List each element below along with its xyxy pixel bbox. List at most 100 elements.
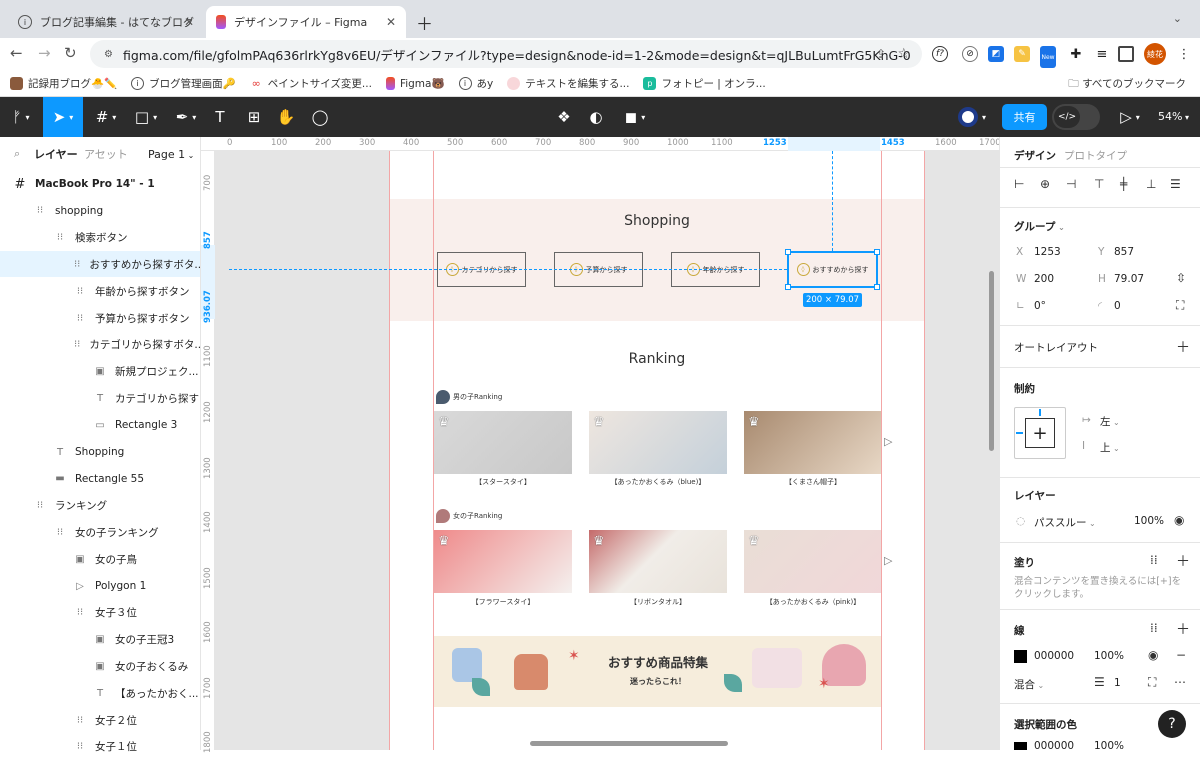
layer-row[interactable]: ▷ Polygon 1 [0, 573, 200, 599]
girls-rank-1-card[interactable]: ♛ [434, 530, 572, 593]
vertical-constraint-dropdown[interactable]: 上 ⌄ [1100, 440, 1120, 455]
layer-row[interactable]: ⁝⁝ 女の子ランキング [0, 519, 200, 545]
stroke-color-swatch[interactable] [1014, 650, 1027, 663]
selection-color-opacity[interactable]: 100% [1094, 740, 1124, 750]
resize-handle[interactable] [785, 249, 791, 255]
profile-avatar[interactable]: 綾花 [1144, 43, 1166, 65]
girls-rank-3-card[interactable]: ♛ [744, 530, 882, 593]
reading-list-icon[interactable]: ≡ [1094, 46, 1110, 62]
add-fill-icon[interactable]: ＋ [1176, 551, 1190, 571]
layer-row[interactable]: ⁝⁝ 女子１位 [0, 734, 200, 760]
side-panel-icon[interactable] [1118, 46, 1134, 62]
layer-row[interactable]: ▣ 女の子おくるみ [0, 653, 200, 679]
formula-extension-icon[interactable]: f? [932, 46, 948, 62]
horizontal-constraint-dropdown[interactable]: 左 ⌄ [1100, 414, 1120, 429]
frame-tool-button[interactable]: # ▾ [86, 97, 126, 137]
bookmark-item[interactable]: テキストを編集する... [507, 76, 629, 91]
stroke-settings-icon[interactable]: ⛶ [1148, 675, 1156, 690]
tab-hatena[interactable]: i ブログ記事編集 - はてなブログ ✕ [8, 6, 204, 38]
align-middle-v-icon[interactable]: ╪ [1120, 177, 1127, 191]
selection-color-field[interactable]: 000000 [1034, 740, 1074, 750]
close-tab-icon[interactable]: ✕ [386, 15, 396, 29]
mask-button[interactable]: ◐ [582, 97, 610, 137]
layer-row[interactable]: ⁝⁝ shopping [0, 198, 200, 224]
bookmark-item[interactable]: 記録用ブログ🐣✏️ [10, 76, 117, 91]
layer-row[interactable]: ⁝⁝ 年齢から探すボタン [0, 278, 200, 304]
next-arrow-icon[interactable]: ▷ [884, 435, 892, 448]
product-label[interactable]: 【リボンタオル】 [589, 597, 727, 607]
radius-field[interactable]: 0 [1114, 300, 1121, 312]
more-options-icon[interactable]: ⋯ [1174, 675, 1186, 689]
product-label[interactable]: 【あったかおくるみ（blue)】 [589, 477, 727, 487]
layer-row[interactable]: # MacBook Pro 14" - 1 [0, 171, 200, 197]
tab-prototype[interactable]: プロトタイプ [1064, 148, 1127, 163]
add-auto-layout-icon[interactable]: ＋ [1176, 337, 1190, 357]
stroke-weight-field[interactable]: 1 [1114, 677, 1121, 689]
text-tool-button[interactable]: T [206, 97, 234, 137]
align-right-icon[interactable]: ⊣ [1066, 177, 1076, 191]
layer-row[interactable]: ⁝⁝ ランキング [0, 493, 200, 519]
selection-box[interactable] [785, 249, 880, 290]
boys-ranking-label[interactable]: 男の子Ranking [436, 390, 502, 404]
design-canvas[interactable]: Shopping ◊ カテゴリから探す ◊ 予算から探す ◊ 年齢から探す ◊ おすすめ… [215, 151, 999, 750]
bookmark-star-icon[interactable]: ☆ [897, 46, 910, 62]
address-bar[interactable]: ⚙ figma.com/file/gfolmPAq636rlrkYg8v6EU/… [90, 40, 922, 68]
layer-row[interactable]: T 【あったかおく... [0, 680, 200, 706]
recommend-banner[interactable]: ✶ おすすめ商品特集 迷ったらこれ！ ✶ [434, 636, 882, 707]
remove-stroke-icon[interactable]: − [1176, 648, 1186, 662]
constraint-widget[interactable]: + [1014, 407, 1066, 459]
pen-tool-button[interactable]: ✒ ▾ [166, 97, 206, 137]
bookmark-item[interactable]: i ブログ管理画面🔑 [131, 76, 236, 91]
boolean-button[interactable]: ◼ ▾ [618, 97, 652, 137]
resize-handle[interactable] [785, 284, 791, 290]
present-button[interactable]: ▷ ▾ [1112, 97, 1148, 137]
horizontal-scrollbar[interactable] [530, 741, 728, 746]
tab-design[interactable]: デザイン [1014, 148, 1056, 163]
product-label[interactable]: 【くまさん帽子】 [744, 477, 882, 487]
layer-row[interactable]: ▣ 女の子王冠3 [0, 627, 200, 653]
styles-grid-icon[interactable]: ⁞⁞ [1150, 553, 1158, 567]
layer-row[interactable]: ⁝⁝ 予算から探すボタン [0, 305, 200, 331]
new-tab-button[interactable]: ＋ [416, 10, 433, 35]
resources-button[interactable]: ⊞ [240, 97, 268, 137]
back-icon[interactable]: ← [10, 44, 23, 62]
extension-blue-icon[interactable]: ◩ [988, 46, 1004, 62]
layer-row[interactable]: ⁝⁝ 女子３位 [0, 600, 200, 626]
layer-row[interactable]: ▬ Rectangle 55 [0, 466, 200, 492]
x-field[interactable]: 1253 [1034, 246, 1061, 258]
page-selector[interactable]: Page 1 ⌄ [148, 148, 194, 161]
distribute-icon[interactable]: ☰ [1170, 177, 1181, 191]
layer-row[interactable]: ⁝⁝ カテゴリから探すボタ... [0, 332, 200, 358]
selection-color-swatch[interactable] [1014, 742, 1027, 750]
product-label[interactable]: 【あったかおくるみ（pink)】 [744, 597, 882, 607]
comment-tool-button[interactable]: ◯ [306, 97, 334, 137]
bookmark-item[interactable]: i あy [458, 76, 493, 91]
ranking-title[interactable]: Ranking [390, 351, 924, 367]
layer-row[interactable]: ▭ Rectangle 3 [0, 412, 200, 438]
align-bottom-icon[interactable]: ⊥ [1146, 177, 1156, 191]
girls-rank-2-card[interactable]: ♛ [589, 530, 727, 593]
tab-search-chevron-icon[interactable]: ⌄ [1173, 12, 1182, 25]
layer-row[interactable]: T カテゴリから探す [0, 385, 200, 411]
add-stroke-icon[interactable]: ＋ [1176, 619, 1190, 639]
dev-mode-toggle[interactable]: </> [1052, 104, 1100, 130]
layer-row[interactable]: T Shopping [0, 439, 200, 465]
next-arrow-icon[interactable]: ▷ [884, 554, 892, 567]
multiplayer-avatar[interactable]: ▾ [950, 97, 994, 137]
reload-icon[interactable]: ↻ [64, 44, 77, 62]
bookmark-item[interactable]: p フォトピー | オンラ... [643, 76, 766, 91]
w-field[interactable]: 200 [1034, 273, 1054, 285]
shape-tool-button[interactable]: □ ▾ [126, 97, 166, 137]
close-tab-icon[interactable]: ✕ [184, 15, 194, 29]
align-top-icon[interactable]: ⊤ [1094, 177, 1104, 191]
align-left-icon[interactable]: ⊢ [1014, 177, 1024, 191]
extension-yellow-icon[interactable]: ✎ [1014, 46, 1030, 62]
search-icon[interactable]: ⌕ [14, 147, 20, 161]
browser-menu-icon[interactable]: ⋮ [1176, 46, 1192, 62]
constraint-top-marker[interactable] [1039, 409, 1041, 416]
main-menu-button[interactable]: ᚠ ▾ [0, 97, 42, 137]
boys-rank-3-card[interactable]: ♛ [744, 411, 882, 474]
tab-figma[interactable]: デザインファイル – Figma ✕ [206, 6, 406, 38]
boys-rank-2-card[interactable]: ♛ [589, 411, 727, 474]
layer-row[interactable]: ▣ 女の子鳥 [0, 546, 200, 572]
